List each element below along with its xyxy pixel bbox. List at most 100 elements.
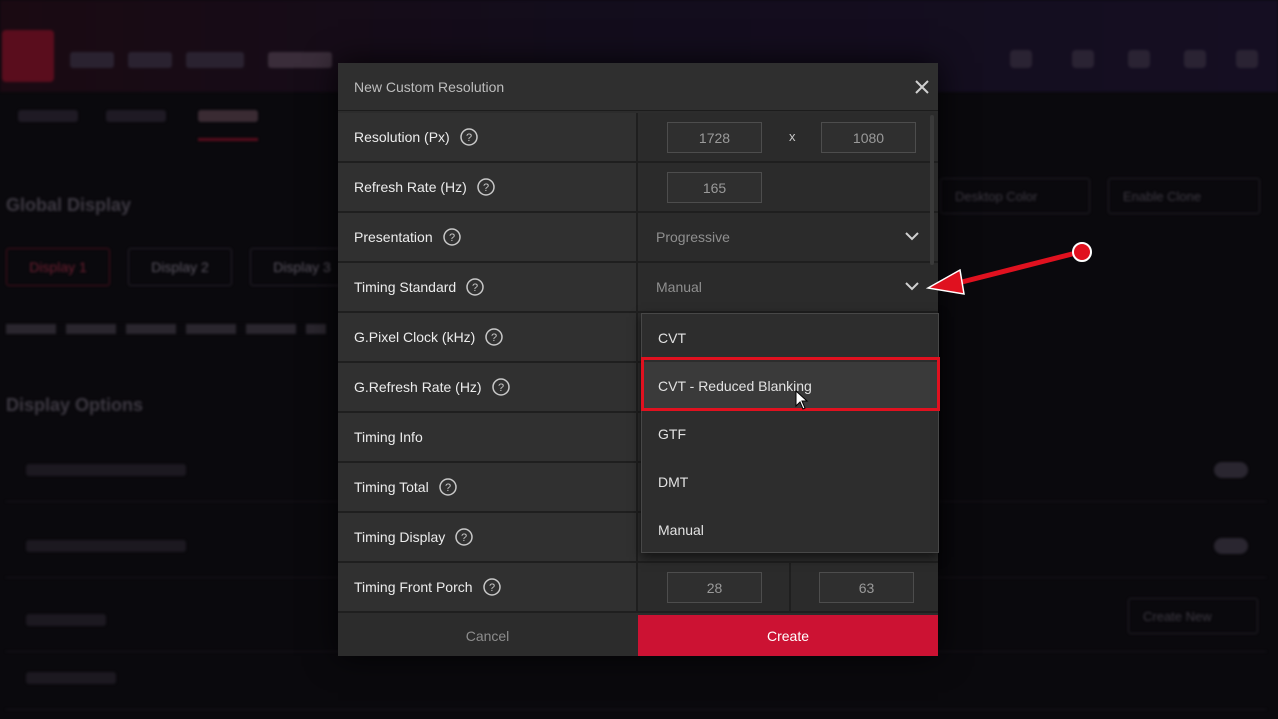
annotation-arrow-icon xyxy=(925,242,1092,295)
svg-text:?: ? xyxy=(498,382,504,394)
top-icon[interactable] xyxy=(1236,50,1258,68)
display-tab-1[interactable]: Display 1 xyxy=(6,248,110,286)
create-new-button[interactable]: Create New xyxy=(1128,598,1258,634)
timing-standard-value: Manual xyxy=(656,279,702,295)
option-label xyxy=(26,464,186,476)
row-label-cell: Timing Display ? xyxy=(338,513,638,561)
display-tab-2[interactable]: Display 2 xyxy=(128,248,232,286)
cell-divider xyxy=(789,563,791,611)
row-label: Presentation xyxy=(354,229,433,245)
display-options-heading: Display Options xyxy=(6,395,144,415)
option-label xyxy=(26,540,186,552)
row-resolution: Resolution (Px) ? 1728 x 1080 xyxy=(338,113,938,163)
row-label: G.Refresh Rate (Hz) xyxy=(354,379,482,395)
top-icon[interactable] xyxy=(1128,50,1150,68)
row-label-cell: Presentation ? xyxy=(338,213,638,261)
row-label: Timing Front Porch xyxy=(354,579,473,595)
row-label-cell: Timing Info xyxy=(338,413,638,461)
row-label-cell: G.Refresh Rate (Hz) ? xyxy=(338,363,638,411)
desktop-color-button[interactable]: Desktop Color xyxy=(940,178,1090,214)
row-label-cell: Timing Front Porch ? xyxy=(338,563,638,611)
desktop-color-label: Desktop Color xyxy=(955,188,1038,204)
option-gtf[interactable]: GTF xyxy=(642,410,938,458)
cancel-button[interactable]: Cancel xyxy=(338,615,637,656)
row-presentation: Presentation ? Progressive xyxy=(338,213,938,263)
create-button[interactable]: Create xyxy=(638,615,938,656)
top-nav-item[interactable] xyxy=(70,52,114,68)
svg-text:?: ? xyxy=(445,482,451,494)
presentation-value: Progressive xyxy=(656,229,730,245)
front-porch-v-input[interactable]: 63 xyxy=(819,572,914,603)
help-icon[interactable]: ? xyxy=(477,178,495,196)
svg-text:?: ? xyxy=(488,582,494,594)
row-label: G.Pixel Clock (kHz) xyxy=(354,329,476,345)
svg-text:?: ? xyxy=(449,232,455,244)
svg-text:?: ? xyxy=(491,332,497,344)
row-timing-standard: Timing Standard ? Manual xyxy=(338,263,938,313)
annotation-highlight-box xyxy=(641,357,940,411)
option-toggle[interactable] xyxy=(1214,462,1248,478)
enable-clone-button[interactable]: Enable Clone xyxy=(1108,178,1260,214)
top-nav-item[interactable] xyxy=(128,52,172,68)
row-label-cell: Resolution (Px) ? xyxy=(338,113,638,161)
help-icon[interactable]: ? xyxy=(459,128,478,146)
option-cvt[interactable]: CVT xyxy=(642,314,938,362)
row-label: Timing Info xyxy=(354,429,423,445)
row-value-cell: 28 63 xyxy=(640,563,938,611)
row-label: Refresh Rate (Hz) xyxy=(354,179,467,195)
option-manual[interactable]: Manual xyxy=(642,506,938,554)
front-porch-h-input[interactable]: 28 xyxy=(667,572,762,603)
mouse-cursor-icon xyxy=(795,390,809,410)
top-nav-item[interactable] xyxy=(186,52,244,68)
resolution-height-input[interactable]: 1080 xyxy=(821,122,916,153)
dialog-footer: Cancel Create xyxy=(338,615,938,656)
help-icon[interactable]: ? xyxy=(466,278,484,296)
times-separator: x xyxy=(789,129,796,144)
presentation-select[interactable]: Progressive xyxy=(640,213,938,261)
row-timing-front-porch: Timing Front Porch ? 28 63 xyxy=(338,563,938,613)
timing-standard-dropdown: CVT CVT - Reduced Blanking GTF DMT Manua… xyxy=(641,313,939,553)
display-info-bar xyxy=(6,324,326,334)
row-label-cell: Timing Standard ? xyxy=(338,263,638,311)
option-label xyxy=(26,614,106,626)
help-icon[interactable]: ? xyxy=(491,378,510,396)
sub-nav-indicator xyxy=(198,138,258,141)
top-icon[interactable] xyxy=(1184,50,1206,68)
top-icon[interactable] xyxy=(1010,50,1032,68)
global-display-heading: Global Display xyxy=(6,195,132,215)
resolution-width-input[interactable]: 1728 xyxy=(667,122,762,153)
sub-nav-item[interactable] xyxy=(106,110,166,122)
refresh-rate-input[interactable]: 165 xyxy=(667,172,762,203)
option-toggle[interactable] xyxy=(1214,538,1248,554)
row-label-cell: G.Pixel Clock (kHz) ? xyxy=(338,313,638,361)
help-icon[interactable]: ? xyxy=(438,478,457,496)
svg-text:?: ? xyxy=(472,282,478,294)
help-icon[interactable]: ? xyxy=(482,578,501,596)
svg-text:?: ? xyxy=(466,132,472,144)
dialog-header: New Custom Resolution xyxy=(338,63,938,111)
dialog-title: New Custom Resolution xyxy=(354,79,505,95)
row-value-cell: 165 xyxy=(640,163,938,211)
enable-clone-label: Enable Clone xyxy=(1123,188,1202,204)
help-icon[interactable]: ? xyxy=(485,328,504,346)
top-nav-item-active[interactable] xyxy=(268,52,332,68)
top-icon[interactable] xyxy=(1072,50,1094,68)
create-new-label: Create New xyxy=(1143,608,1212,624)
option-dmt[interactable]: DMT xyxy=(642,458,938,506)
row-label: Timing Total xyxy=(354,479,429,495)
timing-standard-select[interactable]: Manual xyxy=(640,263,938,311)
option-row xyxy=(6,648,1266,710)
row-label: Timing Display xyxy=(354,529,446,545)
help-icon[interactable]: ? xyxy=(442,228,461,246)
option-label xyxy=(26,672,116,684)
close-icon[interactable] xyxy=(912,77,932,97)
svg-text:?: ? xyxy=(483,182,489,194)
row-label: Resolution (Px) xyxy=(354,129,450,145)
row-refresh-rate: Refresh Rate (Hz) ? 165 xyxy=(338,163,938,213)
app-logo xyxy=(2,30,54,82)
svg-text:?: ? xyxy=(461,532,467,544)
help-icon[interactable]: ? xyxy=(455,528,474,546)
sub-nav-item-active[interactable] xyxy=(198,110,258,122)
sub-nav-item[interactable] xyxy=(18,110,78,122)
row-label: Timing Standard xyxy=(354,279,457,295)
